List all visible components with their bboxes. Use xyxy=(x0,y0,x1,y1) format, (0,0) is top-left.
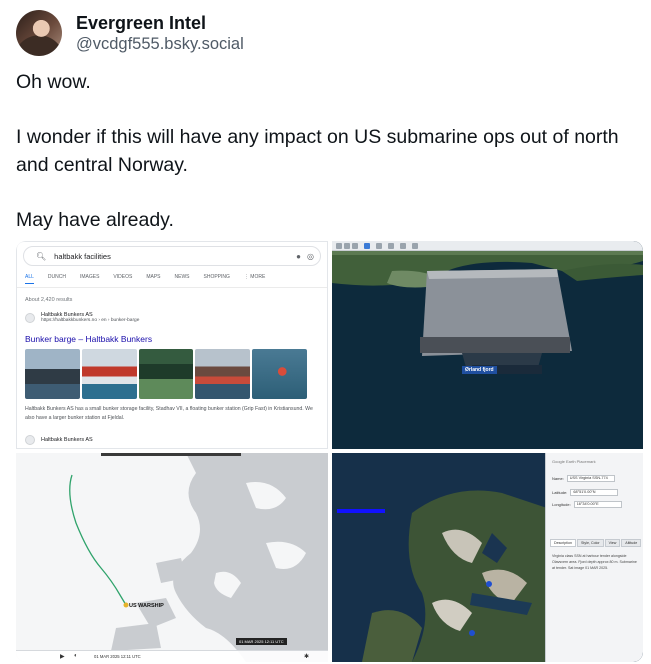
site-favicon-icon xyxy=(25,312,35,323)
author-handle[interactable]: @vcdgf555.bsky.social xyxy=(76,34,244,55)
time-badge: 01 MAR 2025 12:11 UTC xyxy=(236,638,287,645)
post-body: Oh wow. I wonder if this will have any i… xyxy=(16,68,641,261)
result-title: Bunker barge – Haltbakk Bunkers xyxy=(25,334,153,344)
tab-more: ⋮ MORE xyxy=(243,274,266,280)
mic-icon: ● xyxy=(296,251,302,261)
panel-title: Google Earth Placemark xyxy=(552,459,596,464)
image-grid: 🔍︎ haltbakk facilities ● ◎ ALL DUNCH IMA… xyxy=(16,241,643,662)
map-player-bar: ▶ ◐ 01 MAR 2025 12:11 UTC ✱ xyxy=(16,650,328,662)
play-icon[interactable]: ▶ xyxy=(60,653,65,660)
image-satellite-map[interactable]: Google Earth Placemark Name: USS Virgini… xyxy=(332,453,643,662)
tab-all: ALL xyxy=(25,274,34,284)
tab-style-color[interactable]: Style, Color xyxy=(576,539,604,547)
divider xyxy=(17,287,327,288)
tab-altitude[interactable]: Altitude xyxy=(621,539,642,547)
tab-description[interactable]: Description xyxy=(550,539,576,547)
name-row: Name: USS Virginia SSN-774 xyxy=(552,475,615,482)
toolbar-icon[interactable] xyxy=(344,243,350,249)
search-bar: 🔍︎ haltbakk facilities ● ◎ xyxy=(23,246,321,266)
longitude-label: Longitude: xyxy=(552,502,571,507)
tab-shopping: SHOPPING xyxy=(203,274,230,280)
search-icon: 🔍︎ xyxy=(36,251,47,261)
search-query: haltbakk facilities xyxy=(54,251,111,261)
tab-view[interactable]: View xyxy=(604,539,621,547)
player-timestamp: 01 MAR 2025 12:11 UTC xyxy=(94,654,141,659)
toolbar-icon[interactable] xyxy=(364,243,370,249)
name-label: Name: xyxy=(552,476,564,481)
image-track-map[interactable]: US WARSHIP 01 MAR 2025 12:11 UTC ▶ ◐ 01 … xyxy=(16,453,328,662)
toolbar-icon[interactable] xyxy=(336,243,342,249)
warship-label: US WARSHIP xyxy=(129,603,164,609)
latitude-field[interactable]: 68°51'0.00"N xyxy=(570,489,619,496)
result-image-strip xyxy=(25,349,307,399)
author-display-name[interactable]: Evergreen Intel xyxy=(76,12,244,34)
result-thumbnail xyxy=(81,349,137,399)
latitude-label: Latitude: xyxy=(552,490,568,495)
pier-aerial-map xyxy=(332,241,643,449)
track-map xyxy=(16,453,328,662)
volume-icon[interactable]: ◐ xyxy=(74,653,78,659)
result-thumbnail xyxy=(252,349,307,399)
toolbar-icon[interactable] xyxy=(388,243,394,249)
site-name: Haltbakk Bunkers AS xyxy=(41,437,93,443)
placemark-panel: Google Earth Placemark Name: USS Virgini… xyxy=(545,453,643,662)
search-tabs: ALL DUNCH IMAGES VIDEOS MAPS NEWS SHOPPI… xyxy=(25,274,265,284)
image-search-results[interactable]: 🔍︎ haltbakk facilities ● ◎ ALL DUNCH IMA… xyxy=(16,241,328,449)
longitude-row: Longitude: 16°34'0.00"E xyxy=(552,501,622,508)
site-favicon-icon xyxy=(25,435,35,445)
author-names: Evergreen Intel @vcdgf555.bsky.social xyxy=(76,12,244,55)
result-count: About 2,420 results xyxy=(25,297,73,303)
post-header: Evergreen Intel @vcdgf555.bsky.social xyxy=(16,10,636,56)
latitude-row: Latitude: 68°51'0.00"N xyxy=(552,489,619,496)
result-description: Haltbakk Bunkers AS has a small bunker s… xyxy=(25,406,313,421)
settings-icon[interactable]: ✱ xyxy=(304,653,309,660)
toolbar-icon[interactable] xyxy=(412,243,418,249)
result-site-2: Haltbakk Bunkers AS xyxy=(25,435,93,445)
toolbar-icon[interactable] xyxy=(376,243,382,249)
result-thumbnail xyxy=(25,349,80,399)
longitude-field[interactable]: 16°34'0.00"E xyxy=(573,501,622,508)
post-paragraph: May have already. xyxy=(16,209,174,231)
toolbar-icon[interactable] xyxy=(400,243,406,249)
author-avatar[interactable] xyxy=(16,10,62,56)
result-thumbnail xyxy=(138,349,194,399)
tab-dunch: DUNCH xyxy=(47,274,66,280)
tab-news: NEWS xyxy=(174,274,190,280)
post-paragraph: I wonder if this will have any impact on… xyxy=(16,126,619,176)
location-marker xyxy=(337,509,385,513)
result-site: Haltbakk Bunkers AS https://haltbakkbunk… xyxy=(25,312,139,323)
result-thumbnail xyxy=(195,349,251,399)
ship-label: Ørland fjord xyxy=(462,366,497,374)
panel-tabs: Description Style, Color View Altitude xyxy=(550,539,642,547)
panel-description: Virginia class SSN at harbour tender alo… xyxy=(552,554,637,570)
toolbar-icon[interactable] xyxy=(352,243,358,249)
name-field[interactable]: USS Virginia SSN-774 xyxy=(566,475,615,482)
tab-images: IMAGES xyxy=(79,274,100,280)
post-paragraph: Oh wow. xyxy=(16,71,91,93)
site-url: https://haltbakkbunkers.no › en › bunker… xyxy=(41,318,140,323)
tab-maps: MAPS xyxy=(146,274,161,280)
tab-videos: VIDEOS xyxy=(113,274,133,280)
lens-icon: ◎ xyxy=(307,251,314,261)
image-pier-aerial[interactable]: Ørland fjord xyxy=(332,241,643,449)
map-toolbar xyxy=(332,241,643,251)
